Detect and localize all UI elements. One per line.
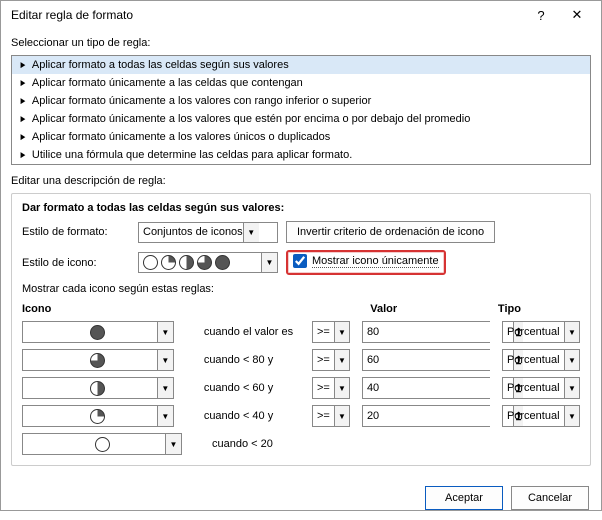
close-icon[interactable]: ✕	[559, 1, 595, 29]
chevron-down-icon: ▼	[157, 350, 173, 370]
rule-type-item[interactable]: ►Aplicar formato a todas las celdas segú…	[12, 56, 590, 74]
rule-type-item[interactable]: ►Utilice una fórmula que determine las c…	[12, 146, 590, 164]
header-tipo: Tipo	[498, 303, 580, 315]
chevron-down-icon: ▼	[165, 434, 181, 454]
icon-select[interactable]: ▼	[22, 405, 174, 427]
value-input-wrap: ↥	[362, 349, 490, 371]
icon-rule-row: ▼ cuando < 40 y >=▼ ↥ Porcentual▼	[22, 405, 580, 427]
pointer-icon: ►	[19, 60, 27, 71]
value-input-wrap: ↥	[362, 405, 490, 427]
chevron-down-icon: ▼	[157, 378, 173, 398]
icon-select[interactable]: ▼	[22, 433, 182, 455]
pie-icon	[90, 381, 105, 396]
rule-description-group: Dar formato a todas las celdas según sus…	[11, 193, 591, 466]
dialog-edit-format-rule: Editar regla de formato ? ✕ Seleccionar …	[0, 0, 602, 511]
pointer-icon: ►	[19, 78, 27, 89]
operator-select[interactable]: >=▼	[312, 349, 350, 371]
format-header: Dar formato a todas las celdas según sus…	[22, 202, 580, 214]
chevron-down-icon: ▼	[334, 322, 349, 342]
header-value: Valor	[370, 303, 498, 315]
operator-select[interactable]: >=▼	[312, 405, 350, 427]
show-icon-only-checkbox[interactable]: Mostrar icono únicamente	[293, 254, 439, 268]
icon-rule-row: ▼ cuando < 60 y >=▼ ↥ Porcentual▼	[22, 377, 580, 399]
value-input[interactable]	[363, 350, 513, 370]
invert-order-button[interactable]: Invertir criterio de ordenación de icono	[286, 221, 495, 243]
icon-select[interactable]: ▼	[22, 377, 174, 399]
pie-icon	[90, 409, 105, 424]
value-input[interactable]	[363, 378, 513, 398]
operator-select[interactable]: >=▼	[312, 377, 350, 399]
chevron-down-icon: ▼	[157, 406, 173, 426]
icon-rule-row: ▼ cuando el valor es >=▼ ↥ Porcentual▼	[22, 321, 580, 343]
show-icon-only-input[interactable]	[293, 254, 307, 268]
dialog-title: Editar regla de formato	[11, 8, 523, 22]
chevron-down-icon: ▼	[564, 350, 579, 370]
icon-style-select[interactable]: ▼	[138, 252, 278, 273]
titlebar: Editar regla de formato ? ✕	[1, 1, 601, 29]
condition-text: cuando < 40 y	[204, 410, 312, 422]
chevron-down-icon: ▼	[157, 322, 173, 342]
show-icon-only-highlight: Mostrar icono únicamente	[286, 250, 446, 275]
rules-header-row: Icono Valor Tipo	[22, 303, 580, 315]
chevron-down-icon: ▼	[334, 350, 349, 370]
value-input-wrap: ↥	[362, 377, 490, 399]
dialog-body: Seleccionar un tipo de regla: ►Aplicar f…	[1, 29, 601, 476]
chevron-down-icon: ▼	[261, 253, 277, 272]
rule-type-list[interactable]: ►Aplicar formato a todas las celdas segú…	[11, 55, 591, 165]
header-icon: Icono	[22, 303, 195, 315]
rule-type-item[interactable]: ►Aplicar formato únicamente a los valore…	[12, 110, 590, 128]
ok-button[interactable]: Aceptar	[425, 486, 503, 510]
chevron-down-icon: ▼	[564, 322, 579, 342]
pie-icon	[90, 325, 105, 340]
chevron-down-icon: ▼	[564, 378, 579, 398]
type-select[interactable]: Porcentual▼	[502, 405, 580, 427]
chevron-down-icon: ▼	[334, 406, 349, 426]
chevron-down-icon: ▼	[243, 223, 259, 242]
pointer-icon: ►	[19, 132, 27, 143]
icon-select[interactable]: ▼	[22, 349, 174, 371]
value-input-wrap: ↥	[362, 321, 490, 343]
condition-text: cuando el valor es	[204, 326, 312, 338]
type-select[interactable]: Porcentual▼	[502, 321, 580, 343]
condition-text: cuando < 60 y	[204, 382, 312, 394]
icon-style-label: Estilo de icono:	[22, 257, 130, 269]
dialog-footer: Aceptar Cancelar	[1, 476, 601, 520]
type-select[interactable]: Porcentual▼	[502, 377, 580, 399]
pointer-icon: ►	[19, 114, 27, 125]
condition-text: cuando < 80 y	[204, 354, 312, 366]
value-input[interactable]	[363, 322, 513, 342]
edit-description-label: Editar una descripción de regla:	[11, 175, 591, 187]
rule-type-item[interactable]: ►Aplicar formato únicamente a las celdas…	[12, 74, 590, 92]
format-style-label: Estilo de formato:	[22, 226, 130, 238]
pointer-icon: ►	[19, 150, 27, 161]
type-select[interactable]: Porcentual▼	[502, 349, 580, 371]
condition-text: cuando < 20	[212, 438, 326, 450]
rule-type-item[interactable]: ►Aplicar formato únicamente a los valore…	[12, 92, 590, 110]
icon-rule-row: ▼ cuando < 80 y >=▼ ↥ Porcentual▼	[22, 349, 580, 371]
cancel-button[interactable]: Cancelar	[511, 486, 589, 510]
icon-rule-row: ▼ cuando < 20	[22, 433, 580, 455]
icon-select[interactable]: ▼	[22, 321, 174, 343]
help-icon[interactable]: ?	[523, 1, 559, 29]
pointer-icon: ►	[19, 96, 27, 107]
pie-icon	[90, 353, 105, 368]
show-each-label: Mostrar cada icono según estas reglas:	[22, 283, 580, 295]
pie-icon	[95, 437, 110, 452]
pie-set-icon	[143, 255, 230, 270]
chevron-down-icon: ▼	[564, 406, 579, 426]
select-rule-type-label: Seleccionar un tipo de regla:	[11, 37, 591, 49]
chevron-down-icon: ▼	[334, 378, 349, 398]
rule-type-item[interactable]: ►Aplicar formato únicamente a los valore…	[12, 128, 590, 146]
value-input[interactable]	[363, 406, 513, 426]
operator-select[interactable]: >=▼	[312, 321, 350, 343]
format-style-select[interactable]: Conjuntos de iconos ▼	[138, 222, 278, 243]
